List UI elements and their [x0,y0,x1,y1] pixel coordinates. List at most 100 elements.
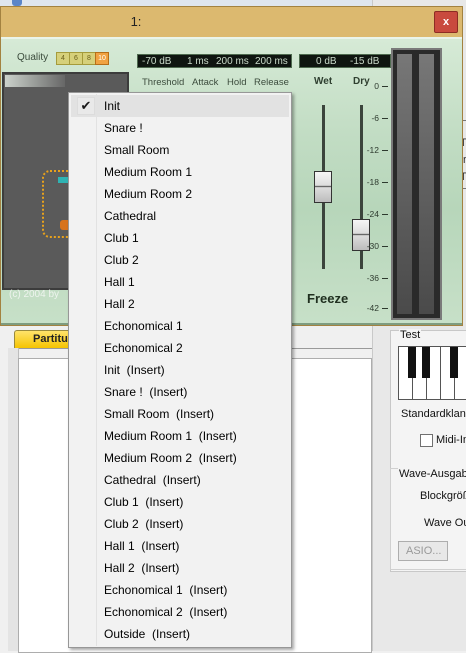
menu-item-label: Echonomical 1 [104,319,183,333]
quality-option-4[interactable]: 4 [56,52,70,65]
asio-button[interactable]: ASIO... [398,541,448,561]
menu-item-echonomical-2-insert[interactable]: Echonomical 2 (Insert) [71,601,289,623]
level-meter-left [397,54,412,314]
display-gloss [5,75,65,87]
menu-item-label: Hall 1 (Insert) [104,539,180,553]
copyright-text: (c) 2004 by [9,289,60,300]
menu-item-label: Medium Room 2 [104,187,193,201]
menu-item-label: Cathedral (Insert) [104,473,201,487]
menu-item-medium-room-1[interactable]: Medium Room 1 [71,161,289,183]
wet-value: 0 dB [316,56,337,67]
menu-item-init-insert[interactable]: Init (Insert) [71,359,289,381]
db-tick [382,246,388,247]
menu-item-label: Snare ! [104,121,143,135]
piano-black-key[interactable] [450,347,458,378]
standard-sound-label: Standardklang [401,408,466,420]
db-tick [382,278,388,279]
db-tick [382,118,388,119]
piano-keyboard[interactable] [398,346,466,400]
block-size-label: Blockgröß [420,490,466,502]
midi-in-checkbox[interactable] [420,434,433,447]
window-titlebar[interactable]: 1: x [1,7,462,37]
menu-item-label: Cathedral [104,209,157,223]
close-button[interactable]: x [434,11,458,33]
menu-item-label: Outside (Insert) [104,627,191,641]
db-scale-mark: -42 [366,303,379,313]
quality-option-10[interactable]: 10 [95,52,109,65]
menu-item-medium-room-1-insert[interactable]: Medium Room 1 (Insert) [71,425,289,447]
level-meter-right [419,54,434,314]
threshold-label: Threshold [142,77,185,88]
db-tick [382,214,388,215]
menu-item-label: Init (Insert) [104,363,165,377]
tab-partitur[interactable]: Partitu [14,330,72,348]
menu-item-club-2-insert[interactable]: Club 2 (Insert) [71,513,289,535]
menu-item-label: Club 2 (Insert) [104,517,184,531]
attack-label: Attack [192,77,219,88]
window-title: 1: [130,14,142,29]
menu-item-hall-1[interactable]: Hall 1 [71,271,289,293]
quality-option-6[interactable]: 6 [69,52,83,65]
menu-item-snare[interactable]: Snare ! [71,117,289,139]
test-label: Test [399,329,422,341]
quality-label: Quality [17,52,49,63]
quality-option-8[interactable]: 8 [82,52,96,65]
db-scale-mark: -12 [366,145,379,155]
menu-item-medium-room-2-insert[interactable]: Medium Room 2 (Insert) [71,447,289,469]
menu-item-small-room[interactable]: Small Room [71,139,289,161]
db-tick [382,182,388,183]
menu-item-label: Medium Room 1 [104,165,193,179]
menu-item-outside-insert[interactable]: Outside (Insert) [71,623,289,645]
menu-item-club-1[interactable]: Club 1 [71,227,289,249]
release-label: Release [254,77,289,88]
db-tick [382,86,388,87]
menu-item-label: Club 2 [104,253,139,267]
menu-item-label: Club 1 (Insert) [104,495,184,509]
menu-item-label: Medium Room 1 (Insert) [104,429,237,443]
hold-label: Hold [227,77,247,88]
menu-item-snare-insert[interactable]: Snare ! (Insert) [71,381,289,403]
attack-value: 1 ms [187,56,209,67]
menu-item-label: Echonomical 1 (Insert) [104,583,228,597]
piano-black-key[interactable] [408,347,416,378]
mix-lcd: 0 dB -15 dB [299,54,391,68]
db-tick [382,150,388,151]
db-scale-mark: -24 [366,209,379,219]
release-value: 200 ms [255,56,288,67]
menu-item-cathedral-insert[interactable]: Cathedral (Insert) [71,469,289,491]
hold-value: 200 ms [216,56,249,67]
menu-item-hall-2-insert[interactable]: Hall 2 (Insert) [71,557,289,579]
menu-item-cathedral[interactable]: Cathedral [71,205,289,227]
menu-item-label: Echonomical 2 (Insert) [104,605,228,619]
menu-item-echonomical-2[interactable]: Echonomical 2 [71,337,289,359]
dry-value: -15 dB [350,56,380,67]
dynamics-lcd: -70 dB 1 ms 200 ms 200 ms [137,54,292,68]
menu-item-init[interactable]: ✔ Init [71,95,289,117]
menu-item-label: Hall 2 (Insert) [104,561,180,575]
menu-item-club-1-insert[interactable]: Club 1 (Insert) [71,491,289,513]
menu-item-echonomical-1-insert[interactable]: Echonomical 1 (Insert) [71,579,289,601]
freeze-button[interactable]: Freeze [307,291,348,306]
menu-item-hall-2[interactable]: Hall 2 [71,293,289,315]
menu-item-echonomical-1[interactable]: Echonomical 1 [71,315,289,337]
threshold-value: -70 dB [142,56,172,67]
db-tick [382,308,388,309]
menu-item-small-room-insert[interactable]: Small Room (Insert) [71,403,289,425]
piano-black-key[interactable] [422,347,430,378]
wave-output-label: Wave-Ausgab [398,468,466,480]
menu-item-hall-1-insert[interactable]: Hall 1 (Insert) [71,535,289,557]
menu-item-label: Small Room (Insert) [104,407,215,421]
wet-slider-thumb[interactable] [314,171,332,203]
wave-out-label: Wave Ou [424,517,466,529]
level-meter [391,48,442,320]
menu-item-label: Echonomical 2 [104,341,183,355]
menu-item-club-2[interactable]: Club 2 [71,249,289,271]
menu-item-label: Snare ! (Insert) [104,385,188,399]
menu-item-medium-room-2[interactable]: Medium Room 2 [71,183,289,205]
menu-item-label: Hall 2 [104,297,135,311]
preset-context-menu: ✔ Init Snare ! Small Room Medium Room 1 … [68,92,292,648]
check-icon: ✔ [77,97,95,115]
menu-item-label: Medium Room 2 (Insert) [104,451,237,465]
db-scale-mark: 0 [374,81,379,91]
wet-label: Wet [314,76,333,87]
